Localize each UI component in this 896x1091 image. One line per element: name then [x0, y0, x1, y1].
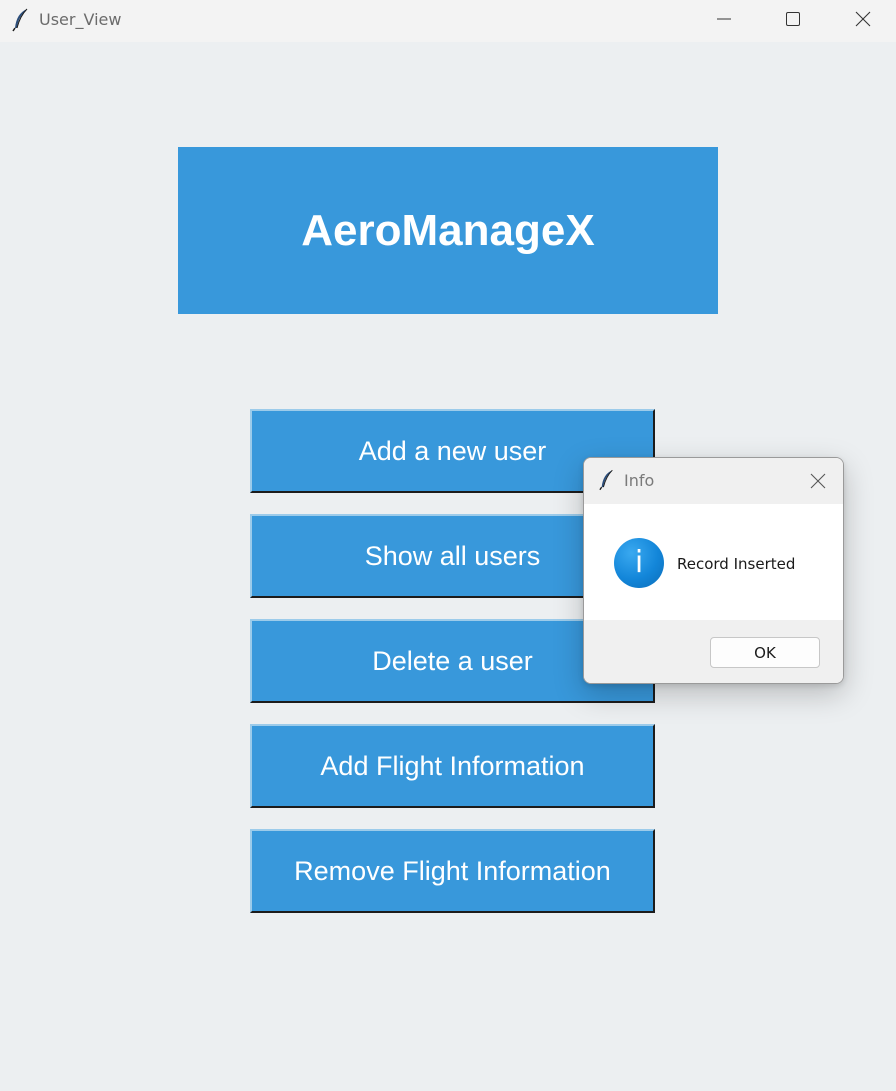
dialog-body: i Record Inserted [584, 504, 843, 620]
dialog-footer: OK [584, 620, 843, 683]
add-flight-button[interactable]: Add Flight Information [250, 724, 655, 808]
window-title: User_View [39, 10, 122, 29]
dialog-message: Record Inserted [677, 555, 796, 573]
dialog-close-button[interactable] [806, 470, 830, 492]
minimize-button[interactable] [701, 0, 747, 38]
maximize-icon [786, 12, 800, 26]
app-title: AeroManageX [301, 205, 595, 255]
remove-flight-button[interactable]: Remove Flight Information [250, 829, 655, 913]
minimize-icon [717, 18, 731, 20]
dialog-title: Info [624, 471, 655, 490]
window-titlebar: User_View [0, 0, 896, 42]
ok-button[interactable]: OK [710, 637, 820, 668]
dialog-titlebar: Info [584, 458, 843, 504]
feather-icon [599, 469, 613, 491]
info-icon: i [614, 538, 664, 588]
feather-icon [12, 8, 28, 32]
close-button[interactable] [840, 0, 886, 38]
info-dialog: Info i Record Inserted OK [583, 457, 844, 684]
close-icon [810, 473, 826, 489]
close-icon [855, 11, 871, 27]
maximize-button[interactable] [770, 0, 816, 38]
app-banner: AeroManageX [178, 147, 718, 314]
